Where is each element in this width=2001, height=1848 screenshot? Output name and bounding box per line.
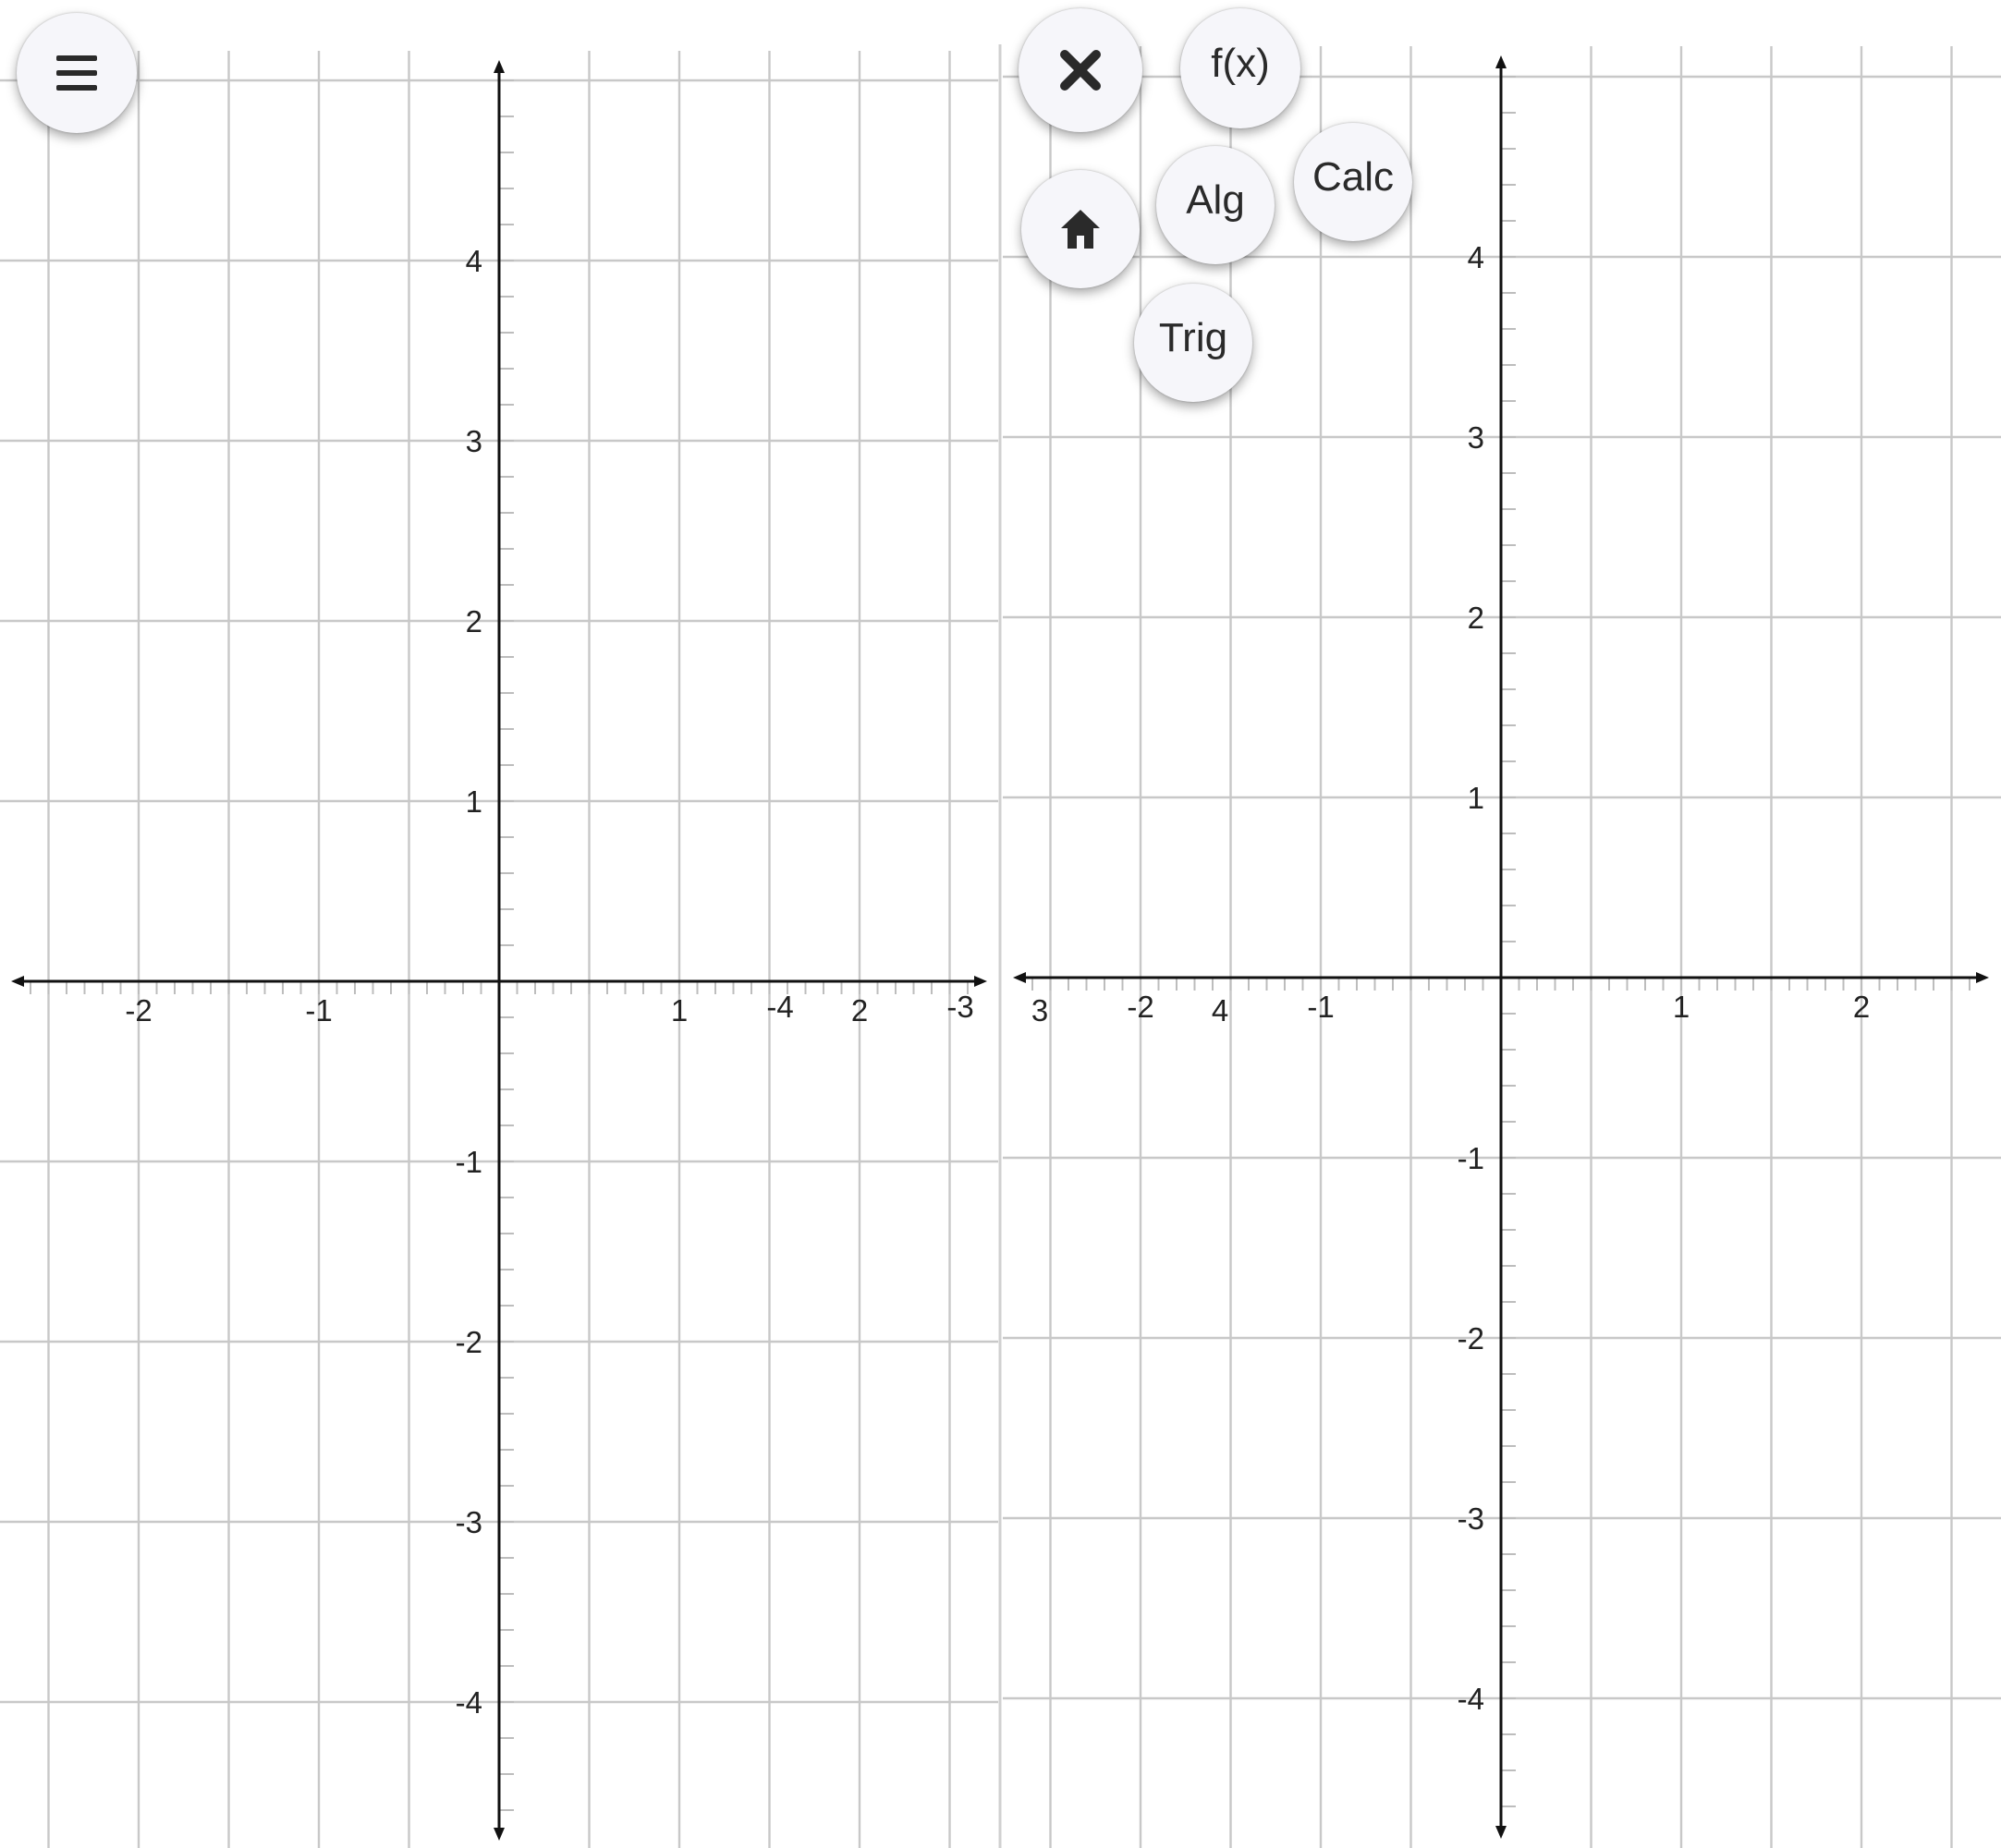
x-axis-arrow-left xyxy=(1013,972,1026,983)
y-tick-label: -2 xyxy=(1458,1321,1484,1356)
x-tick-label: 3 xyxy=(1031,993,1048,1027)
trigonometry-button[interactable]: Trig xyxy=(1134,284,1252,402)
x-tick-label: -4 xyxy=(766,990,793,1024)
x-tick-label: 2 xyxy=(851,993,868,1027)
y-tick-label: 3 xyxy=(466,424,482,458)
x-tick-label: -2 xyxy=(125,993,152,1027)
y-axis-arrow-bottom xyxy=(1495,1826,1507,1839)
y-tick-label: 4 xyxy=(1468,240,1484,274)
function-button[interactable]: f(x) xyxy=(1180,8,1300,128)
y-tick-label: 1 xyxy=(1468,781,1484,815)
y-tick-label: -1 xyxy=(456,1145,482,1179)
left-graph[interactable]: -4 -3 -2 -1 1 2 3 4 4 3 2 1 -1 -2 -3 -4 xyxy=(0,51,1228,1848)
axes xyxy=(11,60,987,1841)
y-tick-label: -3 xyxy=(1458,1502,1484,1536)
x-axis-arrow-left xyxy=(11,976,24,987)
right-graph[interactable]: -4 -3 -2 -1 1 2 3 4 4 3 2 1 -1 -2 -3 -4 xyxy=(766,46,2001,1848)
x-tick-label: -3 xyxy=(946,990,973,1024)
menu-button[interactable] xyxy=(17,13,137,133)
x-tick-label: -1 xyxy=(1307,990,1334,1024)
x-tick-label: 1 xyxy=(1673,990,1690,1024)
algebra-button-label: Alg xyxy=(1186,177,1245,223)
y-tick-label: -4 xyxy=(1458,1682,1484,1716)
home-icon xyxy=(1061,210,1100,249)
x-axis-arrow-right xyxy=(974,976,987,987)
y-axis-arrow-top xyxy=(494,60,505,73)
y-axis-arrow-top xyxy=(1495,55,1507,68)
y-axis-arrow-bottom xyxy=(494,1828,505,1841)
x-tick-label: -2 xyxy=(1127,990,1153,1024)
x-tick-label: 4 xyxy=(1212,993,1228,1027)
y-tick-label: 4 xyxy=(466,244,482,278)
x-axis-arrow-right xyxy=(1976,972,1989,983)
y-tick-label: 2 xyxy=(466,604,482,638)
calculus-button-label: Calc xyxy=(1312,154,1395,200)
x-tick-label: -1 xyxy=(305,993,332,1027)
algebra-button[interactable]: Alg xyxy=(1156,146,1275,264)
trigonometry-button-label: Trig xyxy=(1158,315,1228,360)
calculus-button[interactable]: Calc xyxy=(1294,123,1412,241)
y-tick-label: 3 xyxy=(1468,420,1484,455)
close-button[interactable] xyxy=(1019,8,1142,132)
graph-canvas[interactable]: -4 -3 -2 -1 1 2 3 4 4 3 2 1 -1 -2 -3 -4 -4 -3 -2 -1 1 2 3 4 4 3 2… xyxy=(0,0,2001,1848)
y-tick-label: -3 xyxy=(456,1505,482,1539)
x-tick-label: 1 xyxy=(671,993,688,1027)
x-tick-label: 2 xyxy=(1853,990,1870,1024)
hamburger-menu-icon xyxy=(56,55,97,91)
y-tick-label: 2 xyxy=(1468,601,1484,635)
y-tick-label: -4 xyxy=(456,1685,482,1720)
y-tick-label: 1 xyxy=(466,784,482,819)
close-icon xyxy=(1060,50,1101,91)
function-button-label: f(x) xyxy=(1211,41,1270,86)
y-tick-label: -2 xyxy=(456,1325,482,1359)
home-button[interactable] xyxy=(1021,170,1140,288)
y-tick-label: -1 xyxy=(1458,1141,1484,1175)
